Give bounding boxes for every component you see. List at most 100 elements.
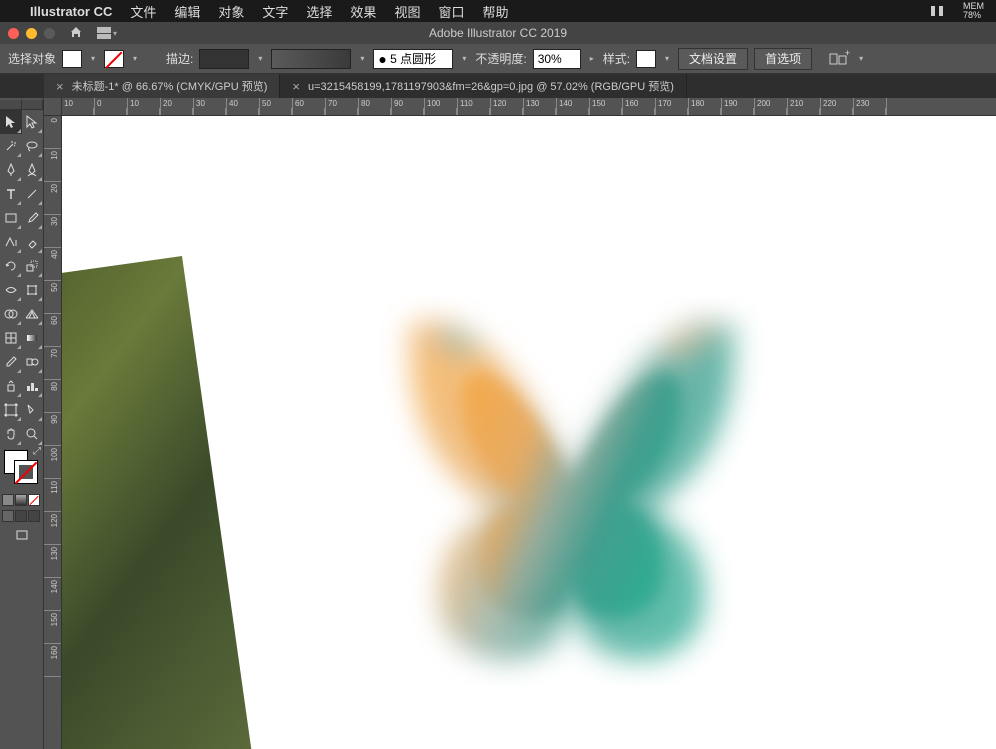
- home-icon[interactable]: [69, 25, 83, 42]
- color-mode-row: [0, 492, 43, 508]
- menu-effect[interactable]: 效果: [350, 2, 376, 21]
- opacity-label: 不透明度:: [475, 50, 526, 67]
- menu-window[interactable]: 窗口: [438, 2, 464, 21]
- horizontal-ruler[interactable]: 1001020304050607080901001101201301401501…: [62, 98, 996, 116]
- graphic-style-swatch[interactable]: [636, 50, 656, 68]
- stroke-weight-dropdown[interactable]: ▾: [255, 54, 265, 64]
- scale-tool[interactable]: [22, 254, 44, 278]
- hand-tool[interactable]: [0, 422, 22, 446]
- menu-edit[interactable]: 编辑: [174, 2, 200, 21]
- app-title: Adobe Illustrator CC 2019: [429, 26, 567, 40]
- lasso-tool[interactable]: [22, 134, 44, 158]
- close-icon[interactable]: ×: [292, 79, 300, 94]
- selection-label: 选择对象: [8, 50, 56, 67]
- screen-mode-row: [0, 508, 43, 524]
- pen-tool[interactable]: [0, 158, 22, 182]
- ruler-origin[interactable]: [44, 98, 62, 116]
- stroke-swatch[interactable]: [104, 50, 124, 68]
- gradient-mode[interactable]: [15, 494, 27, 506]
- document-setup-button[interactable]: 文档设置: [678, 48, 748, 70]
- width-tool[interactable]: [0, 278, 22, 302]
- menu-select[interactable]: 选择: [306, 2, 332, 21]
- fill-stroke-indicator[interactable]: ⤢: [0, 446, 43, 492]
- style-label: 样式:: [603, 50, 630, 67]
- profile-dropdown[interactable]: ▾: [357, 54, 367, 64]
- opacity-dropdown[interactable]: ▸: [587, 54, 597, 64]
- fill-swatch[interactable]: [62, 50, 82, 68]
- variable-width-profile[interactable]: [271, 49, 351, 69]
- app-name[interactable]: Illustrator CC: [30, 4, 112, 19]
- brush-dropdown[interactable]: ▾: [459, 54, 469, 64]
- doc-tab-1[interactable]: × 未标题-1* @ 66.67% (CMYK/GPU 预览): [44, 74, 280, 98]
- blend-tool[interactable]: [22, 350, 44, 374]
- artboard-tool[interactable]: [0, 398, 22, 422]
- opacity-input[interactable]: [533, 49, 581, 69]
- preferences-button[interactable]: 首选项: [754, 48, 812, 70]
- stroke-dropdown[interactable]: ▾: [130, 54, 140, 64]
- mesh-tool[interactable]: [0, 326, 22, 350]
- window-close[interactable]: [8, 28, 19, 39]
- menu-file[interactable]: 文件: [130, 2, 156, 21]
- stroke-label: 描边:: [166, 50, 193, 67]
- arrange-documents[interactable]: ▾: [97, 27, 117, 39]
- fill-dropdown[interactable]: ▾: [88, 54, 98, 64]
- style-dropdown[interactable]: ▾: [662, 54, 672, 64]
- memory-indicator: MEM78%: [963, 2, 984, 20]
- doc-tab-2[interactable]: × u=3215458199,1781197903&fm=26&gp=0.jpg…: [280, 74, 687, 98]
- slice-tool[interactable]: [22, 398, 44, 422]
- artboard[interactable]: [62, 116, 996, 749]
- close-icon[interactable]: ×: [56, 79, 64, 94]
- eraser-tool[interactable]: [22, 230, 44, 254]
- placed-image[interactable]: [62, 256, 252, 749]
- shaper-tool[interactable]: [0, 230, 22, 254]
- vertical-ruler[interactable]: 0102030405060708090100110120130140150160: [44, 116, 62, 749]
- doc-tab-1-label: 未标题-1* @ 66.67% (CMYK/GPU 预览): [72, 78, 268, 94]
- line-segment-tool[interactable]: [22, 182, 44, 206]
- rectangle-tool[interactable]: [0, 206, 22, 230]
- brush-definition[interactable]: ● 5 点圆形: [373, 49, 453, 69]
- align-to-icon[interactable]: [828, 50, 850, 68]
- toolbox: ⤢: [0, 98, 44, 749]
- canvas-area: 1001020304050607080901001101201301401501…: [44, 98, 996, 749]
- color-mode[interactable]: [2, 494, 14, 506]
- butterfly-artwork[interactable]: [362, 296, 782, 686]
- none-mode[interactable]: [28, 494, 40, 506]
- menu-object[interactable]: 对象: [218, 2, 244, 21]
- column-graph-tool[interactable]: [22, 374, 44, 398]
- free-transform-tool[interactable]: [22, 278, 44, 302]
- perspective-grid-tool[interactable]: [22, 302, 44, 326]
- rotate-tool[interactable]: [0, 254, 22, 278]
- workspace: ⤢ 10010203040506070809010011012013014015…: [0, 98, 996, 749]
- menu-view[interactable]: 视图: [394, 2, 420, 21]
- doc-tab-2-label: u=3215458199,1781197903&fm=26&gp=0.jpg @…: [308, 78, 674, 94]
- draw-behind[interactable]: [15, 510, 27, 522]
- window-minimize[interactable]: [26, 28, 37, 39]
- mac-menubar: Illustrator CC 文件 编辑 对象 文字 选择 效果 视图 窗口 帮…: [0, 0, 996, 22]
- menu-type[interactable]: 文字: [262, 2, 288, 21]
- window-maximize[interactable]: [44, 28, 55, 39]
- symbol-sprayer-tool[interactable]: [0, 374, 22, 398]
- window-controls: [8, 28, 55, 39]
- eyedropper-tool[interactable]: [0, 350, 22, 374]
- curvature-tool[interactable]: [22, 158, 44, 182]
- stroke-indicator[interactable]: [14, 460, 38, 484]
- selection-tool[interactable]: [0, 110, 22, 134]
- shape-builder-tool[interactable]: [0, 302, 22, 326]
- type-tool[interactable]: [0, 182, 22, 206]
- paintbrush-tool[interactable]: [22, 206, 44, 230]
- zoom-tool[interactable]: [22, 422, 44, 446]
- control-bar: 选择对象 ▾ ▾ 描边: ▾ ▾ ● 5 点圆形 ▾ 不透明度: ▸ 样式: ▾…: [0, 44, 996, 74]
- magic-wand-tool[interactable]: [0, 134, 22, 158]
- stroke-weight-field[interactable]: [199, 49, 249, 69]
- document-tabs: × 未标题-1* @ 66.67% (CMYK/GPU 预览) × u=3215…: [0, 74, 996, 98]
- draw-inside[interactable]: [28, 510, 40, 522]
- gradient-tool[interactable]: [22, 326, 44, 350]
- menu-help[interactable]: 帮助: [482, 2, 508, 21]
- draw-normal[interactable]: [2, 510, 14, 522]
- align-dropdown[interactable]: ▾: [856, 54, 866, 64]
- direct-selection-tool[interactable]: [22, 110, 44, 134]
- swap-fill-stroke-icon[interactable]: ⤢: [33, 446, 41, 457]
- app-titlebar: ▾ Adobe Illustrator CC 2019: [0, 22, 996, 44]
- cloud-sync-icon[interactable]: [929, 3, 945, 19]
- screen-mode-toggle[interactable]: [0, 524, 43, 546]
